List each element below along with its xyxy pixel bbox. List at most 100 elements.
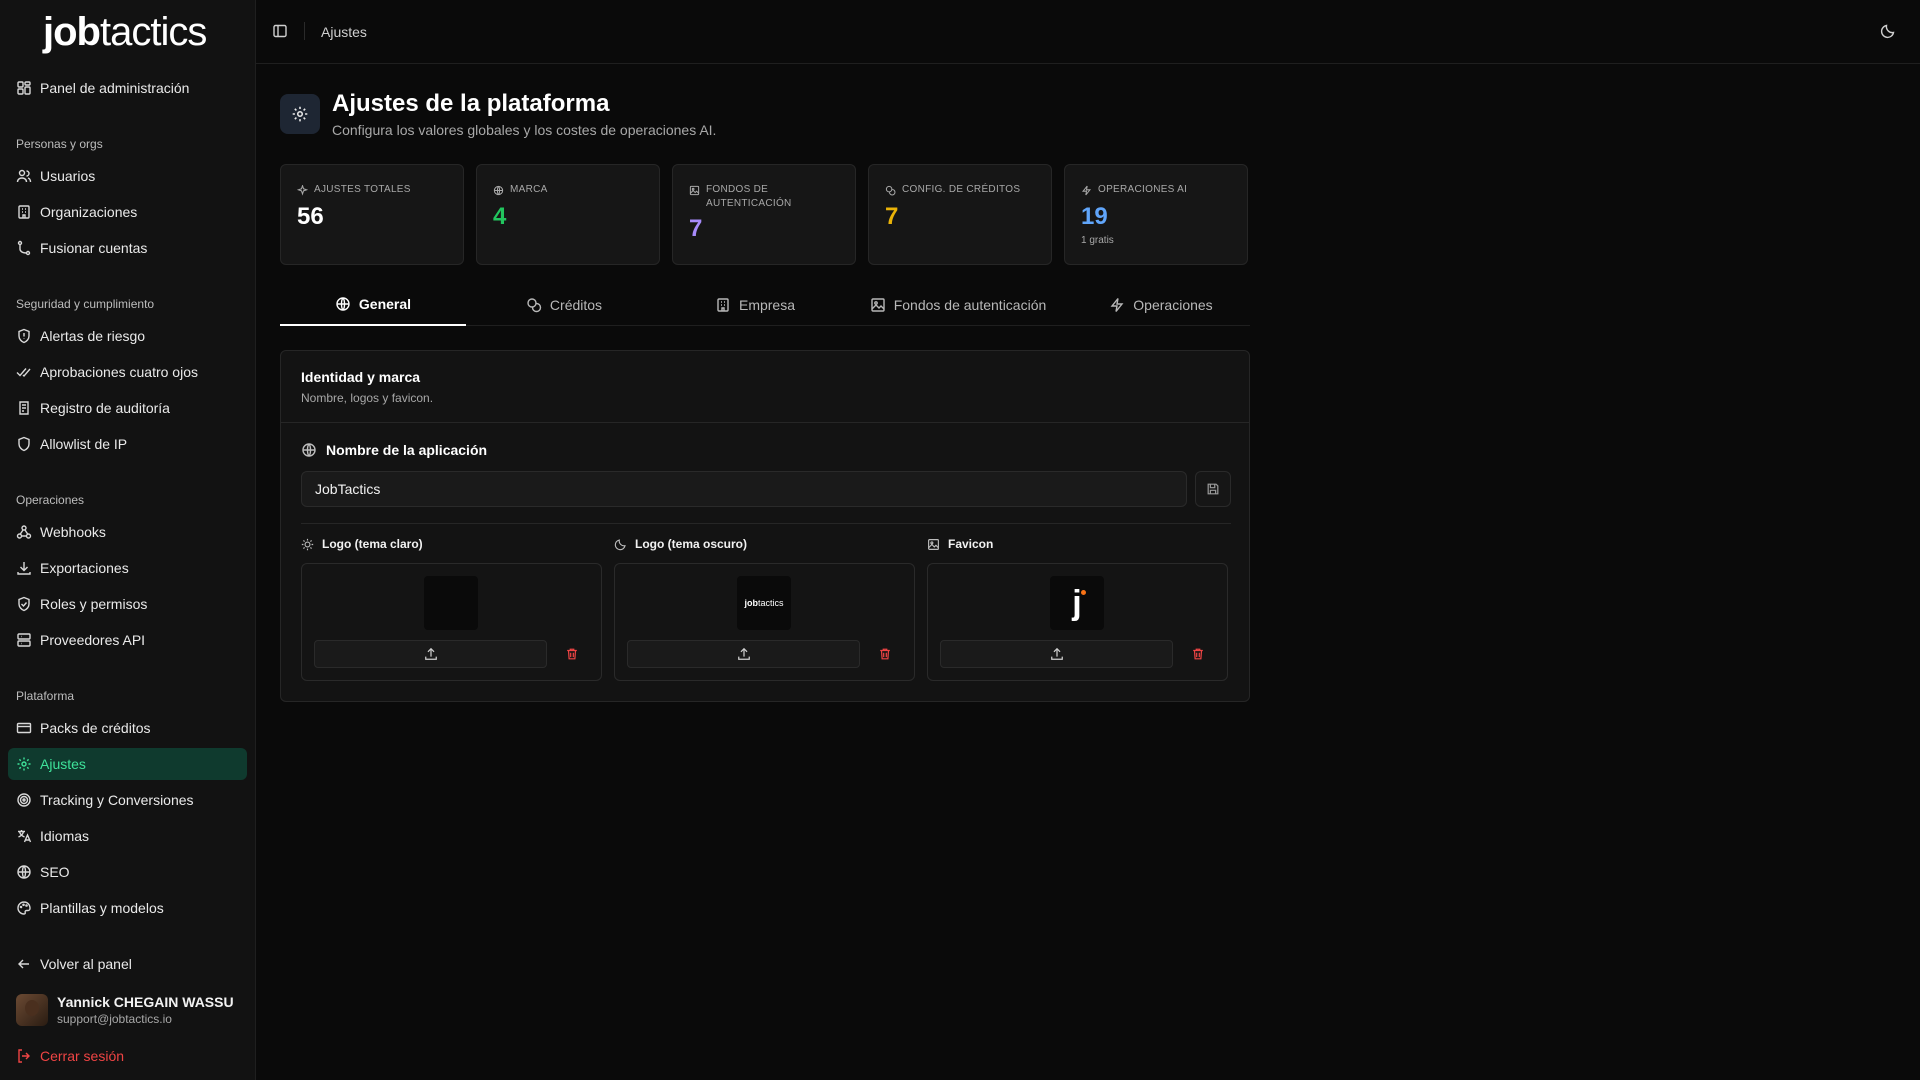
logo-light-preview xyxy=(424,576,478,630)
sidebar-item-seo[interactable]: SEO xyxy=(8,856,247,888)
sidebar-item-exports[interactable]: Exportaciones xyxy=(8,552,247,584)
delete-button[interactable] xyxy=(558,640,586,668)
card-header: Identidad y marca Nombre, logos y favico… xyxy=(281,351,1249,423)
app-name-value: JobTactics xyxy=(315,481,381,497)
save-icon xyxy=(1206,482,1220,496)
sidebar-item-risk-alerts[interactable]: Alertas de riesgo xyxy=(8,320,247,352)
app-name-label: Nombre de la aplicación xyxy=(301,442,487,458)
card-subtitle: Nombre, logos y favicon. xyxy=(301,391,434,405)
upload-button[interactable] xyxy=(627,640,860,668)
sidebar-item-four-eyes[interactable]: Aprobaciones cuatro ojos xyxy=(8,356,247,388)
sidebar-item-label: Aprobaciones cuatro ojos xyxy=(40,364,198,380)
field-label-text: Nombre de la aplicación xyxy=(326,442,488,458)
tab-general[interactable]: General xyxy=(280,284,466,326)
sidebar-item-label: Exportaciones xyxy=(40,560,129,576)
download-icon xyxy=(16,560,32,576)
stat-value: 4 xyxy=(493,203,507,230)
sidebar-item-api-providers[interactable]: Proveedores API xyxy=(8,624,247,656)
upload-button[interactable] xyxy=(940,640,1173,668)
sidebar-item-roles[interactable]: Roles y permisos xyxy=(8,588,247,620)
coins-icon xyxy=(526,297,542,313)
merge-icon xyxy=(16,240,32,256)
tab-label: Créditos xyxy=(549,297,603,313)
user-name: Yannick CHEGAIN WASSU xyxy=(57,994,234,1010)
building-icon xyxy=(16,204,32,220)
favicon-upload: j xyxy=(927,563,1228,681)
arrow-left-icon xyxy=(16,956,32,972)
users-icon xyxy=(16,168,32,184)
sidebar-item-label: Packs de créditos xyxy=(40,720,151,736)
save-button[interactable] xyxy=(1195,471,1231,507)
sidebar-item-label: Allowlist de IP xyxy=(40,436,128,452)
trash-icon xyxy=(565,647,579,661)
stat-value: 56 xyxy=(297,203,324,230)
sidebar-item-tracking[interactable]: Tracking y Conversiones xyxy=(8,784,247,816)
stat-label: Marca xyxy=(510,184,548,195)
delete-button[interactable] xyxy=(1184,640,1212,668)
upload-button[interactable] xyxy=(314,640,547,668)
shield-check-icon xyxy=(16,596,32,612)
sidebar-item-organizations[interactable]: Organizaciones xyxy=(8,196,247,228)
logout-label: Cerrar sesión xyxy=(40,1048,125,1064)
sidebar: jobtactics Panel de administración Perso… xyxy=(0,0,256,1080)
logout-button[interactable]: Cerrar sesión xyxy=(8,1040,247,1072)
tab-operations[interactable]: Operaciones xyxy=(1068,284,1254,326)
sidebar-item-admin-panel[interactable]: Panel de administración xyxy=(8,72,247,104)
globe-icon xyxy=(335,296,351,312)
stat-value: 19 xyxy=(1081,203,1108,230)
app-name-input[interactable]: JobTactics xyxy=(301,471,1187,507)
sidebar-item-users[interactable]: Usuarios xyxy=(8,160,247,192)
sidebar-item-label: Ajustes xyxy=(40,756,86,772)
globe-icon xyxy=(301,442,317,458)
back-to-panel-link[interactable]: Volver al panel xyxy=(8,948,247,980)
section-label: Operaciones xyxy=(16,493,85,507)
sidebar-item-label: Registro de auditoría xyxy=(40,400,170,416)
stat-value: 7 xyxy=(689,215,703,242)
logo-dark-upload: jobtactics xyxy=(614,563,915,681)
sidebar-item-ip-allowlist[interactable]: Allowlist de IP xyxy=(8,428,247,460)
sidebar-item-webhooks[interactable]: Webhooks xyxy=(8,516,247,548)
sidebar-item-templates[interactable]: Plantillas y modelos xyxy=(8,892,247,924)
image-icon xyxy=(927,538,940,551)
upload-label-text: Logo (tema claro) xyxy=(322,537,423,551)
moon-icon xyxy=(614,538,627,551)
user-profile[interactable]: Yannick CHEGAIN WASSU support@jobtactics… xyxy=(16,994,234,1026)
section-label: Plataforma xyxy=(16,689,75,703)
sidebar-item-label: Panel de administración xyxy=(40,80,190,96)
delete-button[interactable] xyxy=(871,640,899,668)
double-check-icon xyxy=(16,364,32,380)
moon-icon[interactable] xyxy=(1880,23,1896,39)
tab-label: Empresa xyxy=(738,297,796,313)
globe-icon xyxy=(493,183,504,196)
logo-light-label: Logo (tema claro) xyxy=(301,537,423,551)
sidebar-item-audit-log[interactable]: Registro de auditoría xyxy=(8,392,247,424)
stat-card-ai-operations: Operaciones AI 19 1 gratis xyxy=(1064,164,1248,265)
app-logo[interactable]: jobtactics xyxy=(43,10,207,54)
page-title: Ajustes de la plataforma xyxy=(332,90,610,117)
coins-icon xyxy=(885,183,896,196)
sidebar-item-languages[interactable]: Idiomas xyxy=(8,820,247,852)
tab-label: Fondos de autenticación xyxy=(893,297,1047,313)
stat-label: Ajustes totales xyxy=(314,184,411,195)
tab-auth-backgrounds[interactable]: Fondos de autenticación xyxy=(853,284,1063,326)
tab-company[interactable]: Empresa xyxy=(662,284,848,326)
stat-card-credit-config: Config. de créditos 7 xyxy=(868,164,1052,265)
breadcrumb: Ajustes xyxy=(321,24,367,40)
upload-label-text: Logo (tema oscuro) xyxy=(635,537,748,551)
stat-card-auth-backgrounds: Fondos de autenticación 7 xyxy=(672,164,856,265)
sidebar-toggle-icon[interactable] xyxy=(272,23,288,39)
shield-icon xyxy=(16,436,32,452)
server-icon xyxy=(16,632,32,648)
sidebar-item-label: Webhooks xyxy=(40,524,106,540)
webhook-icon xyxy=(16,524,32,540)
sidebar-item-credit-packs[interactable]: Packs de créditos xyxy=(8,712,247,744)
divider xyxy=(301,523,1231,524)
sidebar-item-label: Roles y permisos xyxy=(40,596,148,612)
image-icon xyxy=(689,183,700,196)
tab-credits[interactable]: Créditos xyxy=(471,284,657,326)
stat-label: Operaciones AI xyxy=(1098,184,1188,195)
sparkles-icon xyxy=(297,183,308,196)
sidebar-item-merge-accounts[interactable]: Fusionar cuentas xyxy=(8,232,247,264)
sidebar-item-settings[interactable]: Ajustes xyxy=(8,748,247,780)
sidebar-item-label: Proveedores API xyxy=(40,632,146,648)
